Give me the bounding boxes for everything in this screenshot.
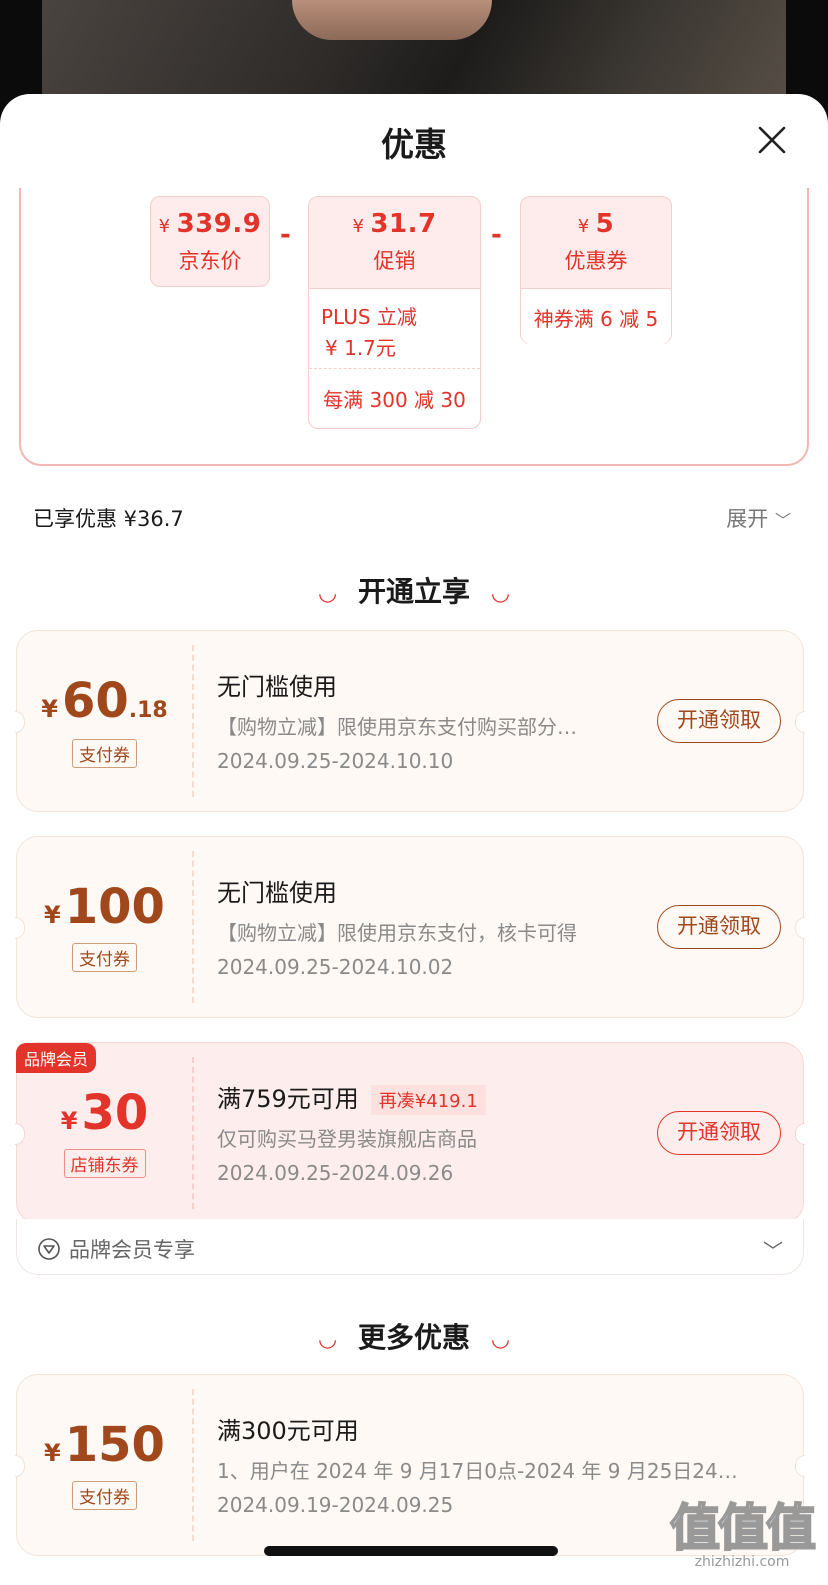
minus-sign: - — [280, 220, 291, 250]
currency: ¥ — [41, 695, 58, 723]
coupon-value-int: 60 — [61, 673, 129, 729]
smile-icon: ◡ — [492, 580, 509, 606]
coupon-title: 满300元可用 — [217, 1417, 359, 1445]
open-claim-button[interactable]: 开通领取 — [657, 699, 781, 743]
coupon-value: ¥30 — [17, 1085, 192, 1149]
coupon-box: ¥5 优惠券 神券满 6 减 5 — [520, 196, 672, 344]
currency: ¥ — [44, 901, 61, 929]
expand-button[interactable]: 展开 ﹀ — [726, 503, 791, 533]
currency: ¥ — [44, 1439, 61, 1467]
coupon-title: 满759元可用 — [217, 1085, 359, 1113]
coupon-value-int: 150 — [64, 1417, 165, 1473]
coupon-value: ¥100 — [17, 879, 192, 943]
coupon-title: 无门槛使用 — [217, 879, 337, 907]
coupon-dates: 2024.09.25-2024.09.26 — [217, 1161, 454, 1185]
section-more-label: 更多优惠 — [357, 1321, 470, 1354]
promo-detail-plus: PLUS 立减 ¥ 1.7元 — [309, 288, 480, 368]
chevron-down-icon: ﹀ — [763, 1239, 783, 1263]
coupon-dates: 2024.09.25-2024.10.10 — [217, 749, 454, 773]
coupon-type-tag: 支付券 — [72, 943, 137, 972]
coupon-detail-text: 神券满 6 减 5 — [533, 307, 659, 331]
promo-detail-full-reduce: 每满 300 减 30 — [309, 368, 480, 428]
coupon-card-brand: ¥30 店铺东券 满759元可用 再凑¥419.1 仅可购买马登男装旗舰店商品 2… — [15, 1042, 805, 1224]
minus-sign: - — [491, 220, 502, 250]
section-open-label: 开通立享 — [357, 575, 470, 608]
watermark-big: 值值值 — [669, 1498, 817, 1558]
currency: ¥ — [352, 216, 365, 237]
jd-price-box: ¥339.9 京东价 — [150, 196, 270, 287]
chevron-down-icon: ﹀ — [774, 511, 791, 530]
sheet-title: 优惠 — [381, 125, 447, 164]
promo-label: 促销 — [373, 249, 416, 273]
jd-price-label: 京东价 — [178, 249, 242, 273]
coupon-value-panel: ¥60.18 支付券 — [17, 631, 192, 811]
expand-label: 展开 — [726, 507, 769, 531]
brand-member-badge: 品牌会员 — [16, 1043, 97, 1073]
open-claim-button[interactable]: 开通领取 — [657, 1111, 781, 1155]
coupon-desc: 【购物立减】限使用京东支付，核卡可得 — [217, 921, 577, 945]
enjoyed-discount: 已享优惠 ¥36.7 — [33, 507, 184, 531]
add-more-tag: 再凑¥419.1 — [370, 1085, 486, 1115]
coupon-desc: 仅可购买马登男装旗舰店商品 — [217, 1127, 477, 1151]
coupon-value-int: 30 — [81, 1085, 149, 1141]
coupon-value: ¥60.18 — [17, 673, 192, 739]
currency: ¥ — [577, 216, 590, 237]
coupon-type-tag: 支付券 — [72, 1481, 137, 1510]
coupon-title-row: 满759元可用 再凑¥419.1 — [217, 1079, 486, 1115]
plus-detail-line1: PLUS 立减 — [321, 305, 417, 329]
coupon-detail: 神券满 6 减 5 — [521, 288, 671, 344]
coupon-amount: 5 — [595, 209, 615, 239]
full-reduce-text: 每满 300 减 30 — [323, 388, 466, 412]
coupon-value-panel: ¥100 支付券 — [17, 837, 192, 1017]
promo-amount: 31.7 — [370, 209, 437, 239]
home-indicator[interactable] — [264, 1546, 558, 1556]
discount-sheet: 优惠 ¥339.9 京东价 - ¥31.7 促销 PLUS 立减 ¥ 1.7元 … — [0, 94, 828, 1585]
smile-icon: ◡ — [492, 1326, 509, 1352]
coupon-value-panel: ¥150 支付券 — [17, 1375, 192, 1555]
smile-icon: ◡ — [319, 580, 336, 606]
coupon-card: ¥60.18 支付券 无门槛使用 【购物立减】限使用京东支付购买部分… 2024… — [15, 630, 805, 812]
coupon-title: 无门槛使用 — [217, 673, 337, 701]
section-more-title: ◡ 更多优惠 ◡ — [0, 1316, 828, 1356]
coupon-value-dec: .18 — [128, 698, 168, 723]
close-button[interactable] — [754, 122, 790, 158]
coupon-type-tag: 支付券 — [72, 739, 137, 768]
price-calculation: ¥339.9 京东价 - ¥31.7 促销 PLUS 立减 ¥ 1.7元 每满 … — [19, 188, 809, 466]
brand-member-bar[interactable]: 品牌会员专享 ﹀ — [16, 1219, 804, 1275]
coupon-value: ¥150 — [17, 1417, 192, 1481]
coupon-desc: 1、用户在 2024 年 9 月17日0点-2024 年 9 月25日24… — [217, 1459, 738, 1483]
brand-member-icon — [38, 1238, 60, 1260]
currency: ¥ — [158, 216, 171, 237]
coupon-type-tag: 店铺东券 — [63, 1149, 146, 1178]
plus-detail-line2: ¥ 1.7元 — [325, 336, 396, 360]
coupon-desc: 【购物立减】限使用京东支付购买部分… — [217, 715, 577, 739]
coupon-dates: 2024.09.25-2024.10.02 — [217, 955, 454, 979]
coupon-card: ¥100 支付券 无门槛使用 【购物立减】限使用京东支付，核卡可得 2024.0… — [15, 836, 805, 1018]
model-face — [292, 0, 492, 40]
open-claim-button[interactable]: 开通领取 — [657, 905, 781, 949]
section-open-title: ◡ 开通立享 ◡ — [0, 570, 828, 610]
jd-price-amount: 339.9 — [176, 209, 262, 239]
coupon-label: 优惠券 — [564, 249, 628, 273]
coupon-value-int: 100 — [64, 879, 165, 935]
smile-icon: ◡ — [319, 1326, 336, 1352]
brand-member-label: 品牌会员专享 — [69, 1238, 195, 1262]
close-icon — [758, 126, 786, 154]
watermark-logo: 值值值 zhizhizhi.com — [669, 1488, 817, 1570]
promo-box: ¥31.7 促销 PLUS 立减 ¥ 1.7元 每满 300 减 30 — [308, 196, 481, 429]
coupon-dates: 2024.09.19-2024.09.25 — [217, 1493, 454, 1517]
currency: ¥ — [60, 1107, 78, 1135]
